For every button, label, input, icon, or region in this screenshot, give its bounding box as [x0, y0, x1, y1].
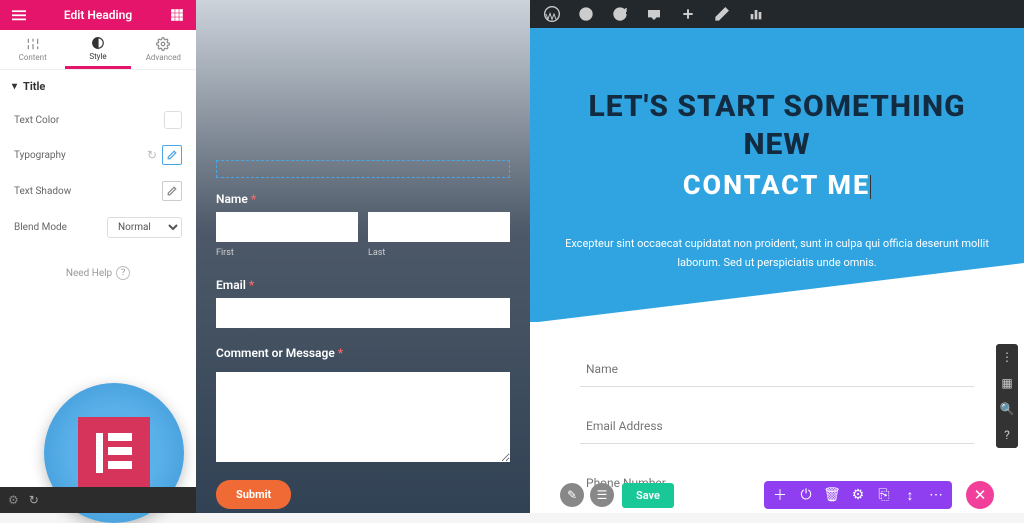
tab-style[interactable]: Style: [65, 30, 130, 69]
elementor-panel: Edit Heading Content Style Advanced ▾ Tit…: [0, 0, 196, 513]
tab-label: Advanced: [146, 53, 181, 62]
name-label: Name *: [216, 192, 510, 206]
more-icon[interactable]: ⋮: [996, 344, 1018, 370]
email-field[interactable]: [580, 409, 974, 444]
elementor-canvas[interactable]: Name * First Last Email * Comment or Mes…: [196, 0, 530, 513]
help-icon: ?: [116, 266, 130, 280]
subhead[interactable]: CONTACT ME: [683, 169, 871, 201]
comment-icon[interactable]: [646, 6, 662, 22]
tab-label: Content: [19, 53, 47, 62]
control-blend-mode: Blend Mode Normal: [0, 209, 196, 246]
wp-logo-icon[interactable]: [544, 6, 560, 22]
help-label: Need Help: [66, 268, 112, 279]
builder-side-toolbar: ⋮ ▦ 🔍 ?: [996, 344, 1018, 448]
module-toolbar: ＋ ⏻ 🗑 ⚙ ⎘ ↕ ⋯: [764, 481, 952, 509]
menu-icon[interactable]: [10, 6, 28, 24]
control-label: Blend Mode: [14, 222, 107, 233]
gear-icon[interactable]: ⚙: [846, 483, 870, 507]
email-label: Email *: [216, 278, 510, 292]
first-name-input[interactable]: [216, 212, 358, 242]
globe-icon[interactable]: ↻: [147, 148, 157, 162]
sublabel: Last: [368, 248, 510, 258]
panel-tabs: Content Style Advanced: [0, 30, 196, 70]
comment-label: Comment or Message *: [216, 346, 510, 360]
control-label: Text Color: [14, 115, 164, 126]
wordpress-preview: LET'S START SOMETHING NEW CONTACT ME Exc…: [530, 0, 1024, 513]
builder-bottom-bar: ✎ ☰ Save ＋ ⏻ 🗑 ⚙ ⎘ ↕ ⋯ ✕: [530, 481, 1024, 509]
section-title[interactable]: ▾ Title: [0, 70, 196, 103]
move-icon[interactable]: ↕: [898, 483, 922, 507]
name-field[interactable]: [580, 352, 974, 387]
add-icon[interactable]: ＋: [768, 483, 792, 507]
trash-icon[interactable]: 🗑: [820, 483, 844, 507]
edit-button[interactable]: [162, 181, 182, 201]
apps-icon[interactable]: [168, 6, 186, 24]
save-button[interactable]: Save: [622, 483, 674, 508]
panel-title: Edit Heading: [64, 8, 132, 22]
control-typography: Typography ↻: [0, 137, 196, 173]
tab-advanced[interactable]: Advanced: [131, 30, 196, 69]
diagonal-divider: [530, 263, 1024, 323]
email-input[interactable]: [216, 298, 510, 328]
zoom-icon[interactable]: 🔍: [996, 396, 1018, 422]
control-text-shadow: Text Shadow: [0, 173, 196, 209]
refresh-icon[interactable]: [612, 6, 628, 22]
stats-icon[interactable]: [748, 6, 764, 22]
heading-widget[interactable]: [216, 160, 510, 178]
caret-icon: ▾: [12, 81, 17, 92]
edit-icon[interactable]: [714, 6, 730, 22]
page-settings-icon[interactable]: ✎: [560, 483, 584, 507]
blend-mode-select[interactable]: Normal: [107, 217, 182, 238]
comment-textarea[interactable]: [216, 372, 510, 462]
edit-button[interactable]: [162, 145, 182, 165]
history-icon[interactable]: ↻: [29, 493, 39, 507]
hero-section: LET'S START SOMETHING NEW CONTACT ME Exc…: [530, 28, 1024, 322]
panel-header: Edit Heading: [0, 0, 196, 30]
control-label: Typography: [14, 150, 147, 161]
tab-content[interactable]: Content: [0, 30, 65, 69]
color-picker-button[interactable]: [164, 111, 182, 129]
help-icon[interactable]: ?: [996, 422, 1018, 448]
section-label: Title: [23, 80, 45, 93]
settings-icon[interactable]: ⚙: [8, 493, 19, 507]
wp-admin-bar: [530, 0, 1024, 28]
layers-icon[interactable]: ☰: [590, 483, 614, 507]
control-text-color: Text Color: [0, 103, 196, 137]
wireframe-icon[interactable]: ▦: [996, 370, 1018, 396]
panel-footer: ⚙ ↻: [0, 487, 196, 513]
dashboard-icon[interactable]: [578, 6, 594, 22]
need-help[interactable]: Need Help?: [0, 246, 196, 300]
sublabel: First: [216, 248, 358, 258]
power-icon[interactable]: ⏻: [794, 483, 818, 507]
duplicate-icon[interactable]: ⎘: [872, 483, 896, 507]
text-cursor: [870, 175, 871, 199]
plus-icon[interactable]: [680, 6, 696, 22]
submit-button[interactable]: Submit: [216, 480, 291, 509]
ellipsis-icon[interactable]: ⋯: [924, 483, 948, 507]
control-label: Text Shadow: [14, 186, 162, 197]
tab-label: Style: [89, 52, 106, 61]
headline: LET'S START SOMETHING NEW: [560, 88, 994, 163]
close-button[interactable]: ✕: [966, 481, 994, 509]
last-name-input[interactable]: [368, 212, 510, 242]
